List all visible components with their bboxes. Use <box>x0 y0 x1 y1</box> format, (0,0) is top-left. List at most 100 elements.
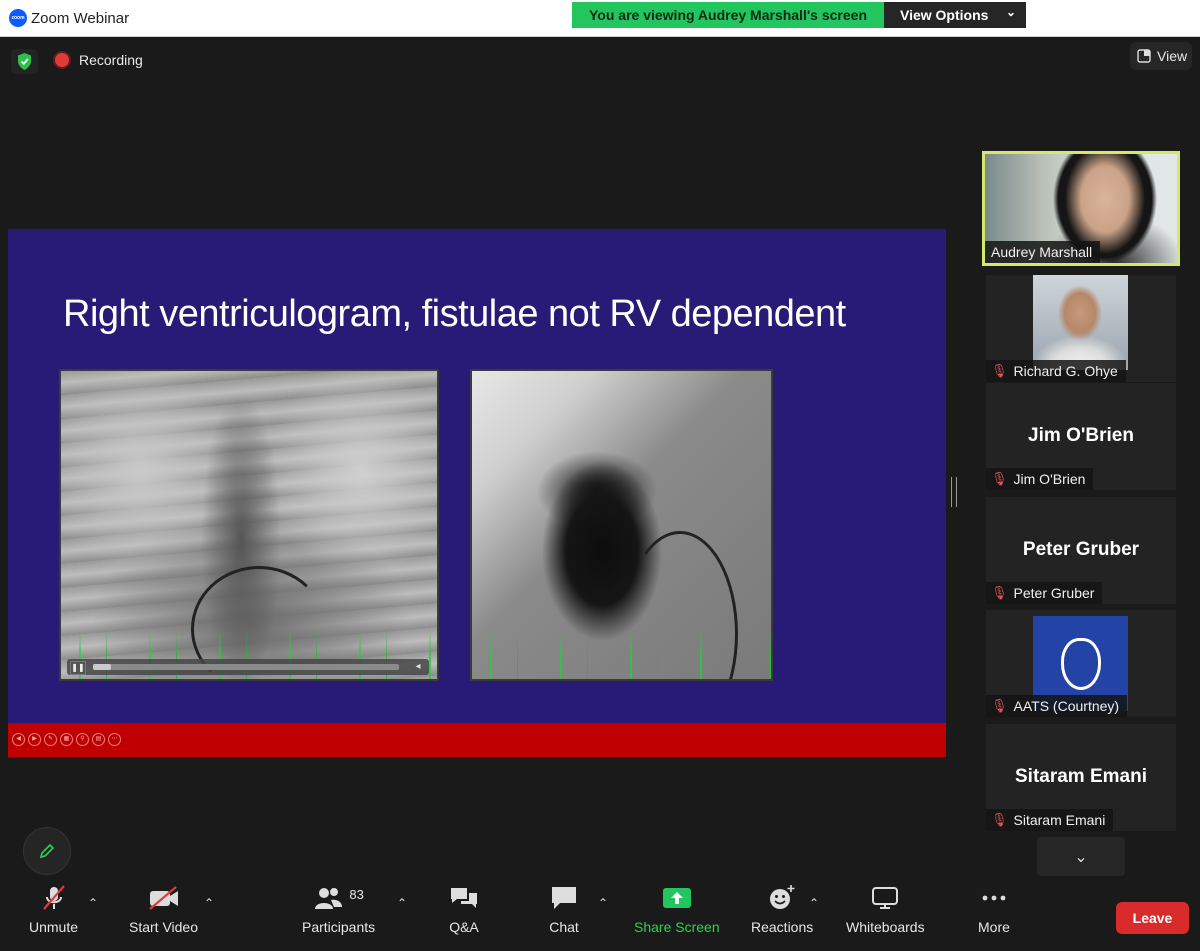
share-banner-text: You are viewing Audrey Marshall's screen <box>572 2 884 28</box>
window-title: Zoom Webinar <box>31 10 130 27</box>
mic-muted-icon <box>39 884 69 912</box>
qa-icon <box>448 884 480 912</box>
pen-icon[interactable]: ✎ <box>44 733 57 746</box>
participant-name-tag: Audrey Marshall <box>985 241 1101 263</box>
view-label: View <box>1157 48 1188 64</box>
participant-tile-aats-courtney[interactable]: 🎙︎ AATS (Courtney) <box>986 610 1176 717</box>
shared-slide: Right ventriculogram, fistulae not RV de… <box>8 229 946 757</box>
participant-name: Richard G. Ohye <box>1013 363 1118 379</box>
slides-grid-icon[interactable]: ▦ <box>60 733 73 746</box>
whiteboards-button[interactable]: Whiteboards <box>846 884 925 935</box>
chat-label: Chat <box>549 919 579 935</box>
scroll-participants-down-button[interactable]: ⌄ <box>1037 837 1125 876</box>
start-video-button[interactable]: Start Video <box>129 884 198 935</box>
aats-seal-icon <box>1060 637 1101 690</box>
chat-options-caret[interactable]: ⌃ <box>598 896 608 910</box>
participant-name-tag: 🎙︎ Richard G. Ohye <box>986 360 1126 382</box>
share-screen-icon <box>662 884 692 912</box>
participant-count: 83 <box>349 886 364 902</box>
view-button[interactable]: View <box>1130 42 1192 70</box>
video-off-icon <box>147 884 181 912</box>
chevron-down-icon: ⌄ <box>1074 848 1088 866</box>
ecg-overlay <box>472 629 771 679</box>
chat-button[interactable]: Chat <box>549 884 579 935</box>
panel-resize-handle[interactable] <box>951 477 957 507</box>
angiogram-video-lateral[interactable] <box>470 369 773 681</box>
mic-muted-icon: 🎙︎ <box>991 471 1008 486</box>
previous-slide-icon[interactable]: ◀ <box>12 733 25 746</box>
meeting-toolbar: Unmute ⌃ Start Video ⌃ 83 Participants ⌃… <box>0 876 1200 951</box>
zoom-slide-icon[interactable]: ⚲ <box>76 733 89 746</box>
participant-display-name: Sitaram Emani <box>1015 766 1147 787</box>
video-controls: ❚❚ ◂ <box>67 659 429 675</box>
start-video-label: Start Video <box>129 919 199 935</box>
participant-tile-sitaram-emani[interactable]: Sitaram Emani 🎙︎ Sitaram Emani <box>986 724 1176 831</box>
view-options-label: View Options <box>900 7 989 23</box>
mic-muted-icon: 🎙︎ <box>991 812 1008 827</box>
volume-icon[interactable]: ◂ <box>411 660 425 674</box>
participants-options-caret[interactable]: ⌃ <box>397 896 407 910</box>
recording-label: Recording <box>79 52 143 68</box>
reactions-options-caret[interactable]: ⌃ <box>809 896 819 910</box>
mic-muted-icon: 🎙︎ <box>991 585 1008 600</box>
angiogram-video-frontal[interactable]: ❚❚ ◂ <box>59 369 439 681</box>
slide-title: Right ventriculogram, fistulae not RV de… <box>63 293 846 335</box>
meeting-area: Recording View Right ventriculogram, fis… <box>0 37 1200 876</box>
unmute-label: Unmute <box>29 919 79 935</box>
video-options-caret[interactable]: ⌃ <box>204 896 214 910</box>
participant-name-tag: 🎙︎ AATS (Courtney) <box>986 695 1128 717</box>
recording-indicator[interactable]: Recording <box>55 52 143 68</box>
participant-name-tag: 🎙︎ Sitaram Emani <box>986 809 1114 831</box>
participant-name-tag: 🎙︎ Jim O'Brien <box>986 468 1094 490</box>
participant-tile-richard-ohye[interactable]: 🎙︎ Richard G. Ohye <box>986 275 1176 382</box>
more-dots-icon <box>979 884 1009 912</box>
mic-muted-icon: 🎙︎ <box>991 363 1008 378</box>
leave-button[interactable]: Leave <box>1116 902 1189 934</box>
pause-icon[interactable]: ❚❚ <box>70 661 86 675</box>
reactions-label: Reactions <box>751 919 814 935</box>
participant-display-name: Jim O'Brien <box>1028 425 1134 446</box>
chevron-down-icon: ⌄ <box>1005 5 1016 19</box>
participant-tile-audrey-marshall[interactable]: Audrey Marshall <box>982 151 1180 266</box>
whiteboard-icon <box>870 884 900 912</box>
share-screen-button[interactable]: Share Screen <box>634 884 720 935</box>
subtitles-icon[interactable]: ▤ <box>92 733 105 746</box>
participants-label: Participants <box>302 919 376 935</box>
view-options-button[interactable]: View Options ⌄ <box>884 2 1026 28</box>
mic-muted-icon: 🎙︎ <box>991 698 1008 713</box>
participants-icon <box>315 888 343 909</box>
more-options-icon[interactable]: ⋯ <box>108 733 121 746</box>
security-shield-icon[interactable] <box>11 49 38 74</box>
share-banner: You are viewing Audrey Marshall's screen… <box>572 2 1026 28</box>
participant-name: Peter Gruber <box>1013 585 1095 601</box>
qa-label: Q&A <box>449 919 479 935</box>
video-progress-fill <box>93 664 112 670</box>
view-grid-icon <box>1137 49 1151 63</box>
participant-tile-peter-gruber[interactable]: Peter Gruber 🎙︎ Peter Gruber <box>986 497 1176 604</box>
participant-name: AATS (Courtney) <box>1013 698 1120 714</box>
reactions-icon <box>767 884 797 912</box>
participants-button[interactable]: 83 Participants <box>302 884 376 936</box>
participant-name: Sitaram Emani <box>1013 812 1106 828</box>
reactions-button[interactable]: Reactions <box>751 884 813 935</box>
participant-name: Audrey Marshall <box>991 244 1093 260</box>
pencil-icon <box>39 843 55 859</box>
participant-name: Jim O'Brien <box>1013 471 1086 487</box>
share-screen-label: Share Screen <box>634 919 720 935</box>
zoom-logo-icon: zoom <box>9 9 27 27</box>
chat-icon <box>549 884 579 912</box>
audio-options-caret[interactable]: ⌃ <box>88 896 98 910</box>
participant-video <box>1033 275 1128 370</box>
slide-show-controls: ◀ ▶ ✎ ▦ ⚲ ▤ ⋯ <box>12 733 121 746</box>
more-button[interactable]: More <box>978 884 1010 935</box>
participants-icon-row: 83 <box>313 884 364 912</box>
participant-name-tag: 🎙︎ Peter Gruber <box>986 582 1103 604</box>
unmute-button[interactable]: Unmute <box>29 884 78 935</box>
annotate-pen-button[interactable] <box>23 827 71 875</box>
qa-button[interactable]: Q&A <box>448 884 480 935</box>
next-slide-icon[interactable]: ▶ <box>28 733 41 746</box>
video-progress-track[interactable] <box>93 664 399 670</box>
participant-tile-jim-obrien[interactable]: Jim O'Brien 🎙︎ Jim O'Brien <box>986 383 1176 490</box>
recording-dot-icon <box>55 53 69 67</box>
slide-footer-bar: ◀ ▶ ✎ ▦ ⚲ ▤ ⋯ <box>8 723 946 757</box>
